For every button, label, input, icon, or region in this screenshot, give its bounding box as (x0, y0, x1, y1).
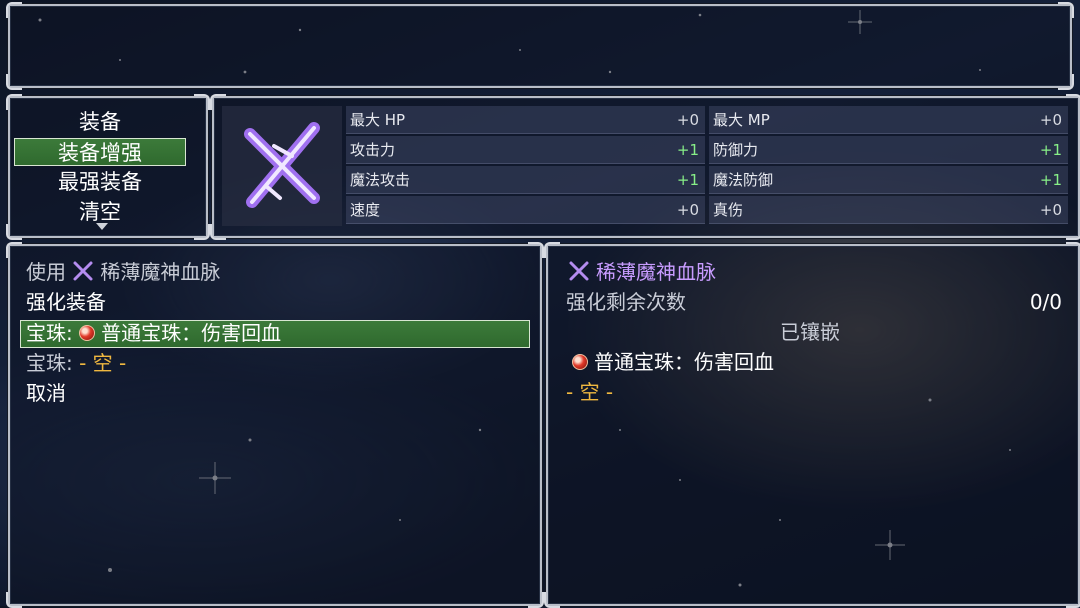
cancel-option[interactable]: 取消 (26, 378, 66, 408)
socketed-gem-name: 普通宝珠：伤害回血 (594, 350, 774, 374)
command-optimize[interactable]: 最强装备 (14, 168, 186, 196)
use-item-line: 使用 稀薄魔神血脉 (26, 257, 220, 287)
stat-value: +0 (676, 201, 699, 219)
command-clear[interactable]: 清空 (14, 198, 186, 226)
stat-row: 魔法攻击 +1 魔法防御 +1 (346, 166, 1070, 194)
red-orb-icon (79, 325, 96, 341)
command-enhance[interactable]: 装备增强 (14, 138, 186, 166)
stat-label: 最大 MP (713, 111, 770, 129)
gem-slot-1[interactable]: 宝珠: 普通宝珠：伤害回血 (26, 318, 281, 348)
stat-label: 魔法防御 (713, 171, 774, 189)
stat-label: 最大 HP (350, 111, 406, 129)
crossed-swords-purple-icon (569, 261, 589, 281)
stat-value: +0 (1039, 201, 1062, 219)
help-window (6, 2, 1074, 90)
stat-label: 速度 (350, 201, 381, 219)
stat-label: 魔法攻击 (350, 171, 411, 189)
command-equip[interactable]: 装备 (14, 108, 186, 136)
socketed-gem: 普通宝珠：伤害回血 (572, 347, 774, 377)
equipment-portrait (222, 106, 342, 226)
remaining-value: 0/0 (1029, 290, 1062, 314)
remaining-label: 强化剩余次数 (566, 290, 686, 314)
use-item-name: 稀薄魔神血脉 (100, 260, 221, 284)
stat-row: 速度 +0 真伤 +0 (346, 196, 1070, 224)
scroll-down-arrow-icon[interactable] (96, 223, 108, 230)
stat-value: +1 (1039, 171, 1062, 189)
use-prefix: 使用 (26, 260, 66, 284)
stat-value: +1 (1039, 141, 1062, 159)
gem-slot-label: 宝珠: (26, 321, 73, 345)
stat-row: 最大 HP +0 最大 MP +0 (346, 106, 1070, 134)
stat-label: 攻击力 (350, 141, 396, 159)
stat-row: 攻击力 +1 防御力 +1 (346, 136, 1070, 164)
gem-slot-label: 宝珠: (26, 351, 73, 375)
crossed-swords-purple-icon (73, 261, 93, 281)
stat-value: +0 (1039, 111, 1062, 129)
stat-value: +1 (676, 171, 699, 189)
stat-label: 防御力 (713, 141, 759, 159)
gem-slot-empty: - 空 - (79, 351, 127, 375)
gem-slot-value: 普通宝珠：伤害回血 (101, 321, 282, 345)
gem-slot-2[interactable]: 宝珠: - 空 - (26, 348, 126, 378)
stat-value: +0 (676, 111, 699, 129)
enhance-title: 强化装备 (26, 290, 106, 314)
empty-slot: - 空 - (566, 380, 614, 404)
socketed-header: 已镶嵌 (780, 320, 840, 344)
red-orb-icon (572, 354, 588, 370)
detail-item-title: 稀薄魔神血脉 (568, 257, 716, 287)
crossed-swords-purple-icon (244, 122, 320, 208)
stat-value: +1 (676, 141, 699, 159)
detail-item-name: 稀薄魔神血脉 (596, 260, 716, 284)
stat-label: 真伤 (713, 201, 744, 219)
